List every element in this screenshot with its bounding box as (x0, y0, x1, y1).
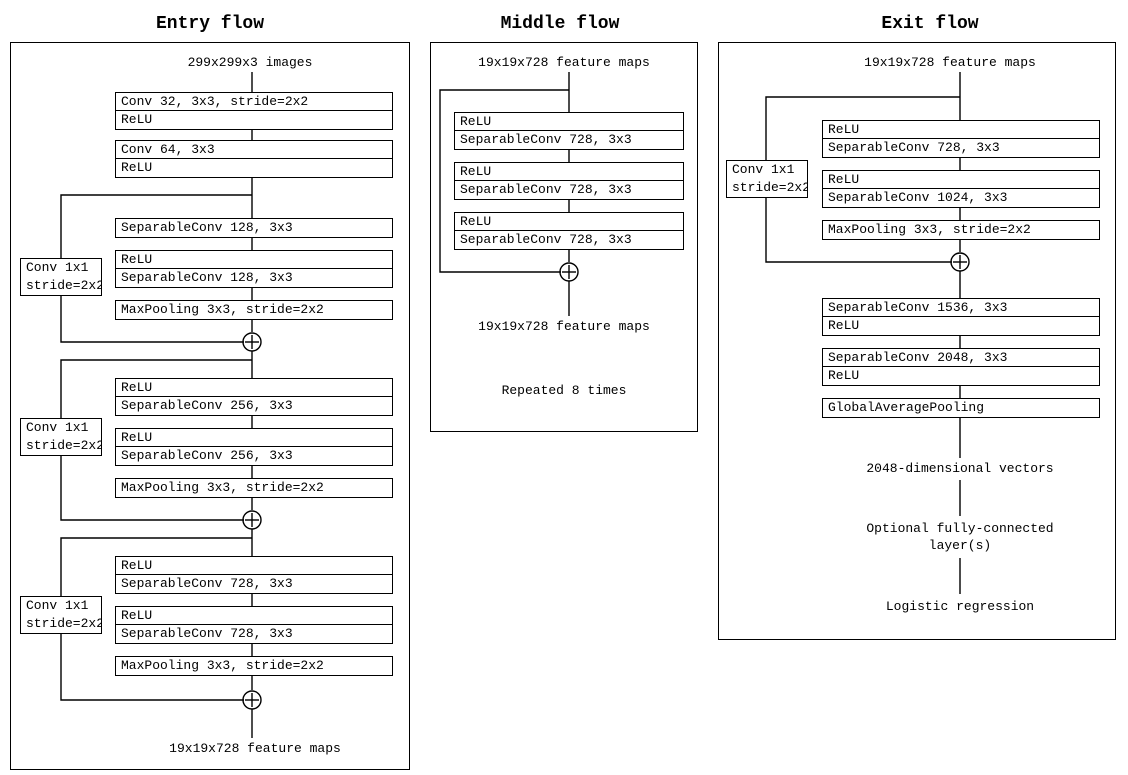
layer-text: SeparableConv 728, 3x3 (455, 181, 683, 199)
layer-text: SeparableConv 728, 3x3 (455, 131, 683, 149)
layer-text: GlobalAveragePooling (823, 399, 1099, 417)
layer-text: Conv 1x1 (21, 597, 101, 615)
layer-text: Conv 64, 3x3 (116, 141, 392, 159)
layer-text: Conv 32, 3x3, stride=2x2 (116, 93, 392, 111)
layer-text: stride=2x2 (21, 437, 101, 455)
layer-text: stride=2x2 (21, 615, 101, 633)
layer-text: MaxPooling 3x3, stride=2x2 (116, 657, 392, 675)
entry-output-label: 19x19x728 feature maps (110, 740, 400, 757)
layer-text: ReLU (116, 379, 392, 397)
exit-res-b: ReLU SeparableConv 1024, 3x3 (822, 170, 1100, 208)
exit-out3-label: Logistic regression (810, 598, 1110, 615)
entry-res2-a: ReLU SeparableConv 256, 3x3 (115, 378, 393, 416)
layer-text: SeparableConv 728, 3x3 (455, 231, 683, 249)
middle-block-2: ReLU SeparableConv 728, 3x3 (454, 162, 684, 200)
exit-block-6: GlobalAveragePooling (822, 398, 1100, 418)
layer-text: SeparableConv 256, 3x3 (116, 447, 392, 465)
layer-text: ReLU (116, 251, 392, 269)
layer-text: ReLU (823, 317, 1099, 335)
layer-text: SeparableConv 728, 3x3 (823, 139, 1099, 157)
layer-text: ReLU (823, 171, 1099, 189)
middle-block-3: ReLU SeparableConv 728, 3x3 (454, 212, 684, 250)
exit-out2-label: Optional fully-connected layer(s) (810, 520, 1110, 554)
entry-res3-a: ReLU SeparableConv 728, 3x3 (115, 556, 393, 594)
exit-res-a: ReLU SeparableConv 728, 3x3 (822, 120, 1100, 158)
layer-text: ReLU (823, 121, 1099, 139)
entry-input-label: 299x299x3 images (110, 54, 390, 71)
layer-text: ReLU (455, 213, 683, 231)
layer-text: Conv 1x1 (727, 161, 807, 179)
layer-text: stride=2x2 (727, 179, 807, 197)
exit-block-5: SeparableConv 2048, 3x3 ReLU (822, 348, 1100, 386)
middle-note-label: Repeated 8 times (440, 382, 688, 399)
entry-res3-side: Conv 1x1 stride=2x2 (20, 596, 102, 634)
middle-output-label: 19x19x728 feature maps (440, 318, 688, 335)
layer-text: stride=2x2 (21, 277, 101, 295)
layer-text: Conv 1x1 (21, 419, 101, 437)
entry-res1-b: ReLU SeparableConv 128, 3x3 (115, 250, 393, 288)
layer-text: SeparableConv 256, 3x3 (116, 397, 392, 415)
exit-input-label: 19x19x728 feature maps (800, 54, 1100, 71)
entry-res1-side: Conv 1x1 stride=2x2 (20, 258, 102, 296)
entry-res1-a: SeparableConv 128, 3x3 (115, 218, 393, 238)
layer-text: ReLU (116, 159, 392, 177)
layer-text: SeparableConv 1024, 3x3 (823, 189, 1099, 207)
layer-text: SeparableConv 728, 3x3 (116, 575, 392, 593)
exit-out1-label: 2048-dimensional vectors (810, 460, 1110, 477)
layer-text: ReLU (455, 113, 683, 131)
layer-text: ReLU (116, 429, 392, 447)
layer-text: SeparableConv 128, 3x3 (116, 269, 392, 287)
layer-text: SeparableConv 2048, 3x3 (823, 349, 1099, 367)
entry-res1-c: MaxPooling 3x3, stride=2x2 (115, 300, 393, 320)
layer-text: ReLU (455, 163, 683, 181)
entry-res2-c: MaxPooling 3x3, stride=2x2 (115, 478, 393, 498)
middle-block-1: ReLU SeparableConv 728, 3x3 (454, 112, 684, 150)
layer-text: ReLU (116, 557, 392, 575)
layer-text: SeparableConv 128, 3x3 (116, 219, 392, 237)
exit-block-4: SeparableConv 1536, 3x3 ReLU (822, 298, 1100, 336)
entry-stem-block-2: Conv 64, 3x3 ReLU (115, 140, 393, 178)
layer-text: ReLU (823, 367, 1099, 385)
layer-text: Conv 1x1 (21, 259, 101, 277)
layer-text: MaxPooling 3x3, stride=2x2 (116, 301, 392, 319)
exit-flow-title: Exit flow (830, 14, 1030, 34)
entry-res3-b: ReLU SeparableConv 728, 3x3 (115, 606, 393, 644)
layer-text: MaxPooling 3x3, stride=2x2 (823, 221, 1099, 239)
middle-flow-title: Middle flow (460, 14, 660, 34)
entry-stem-block-1: Conv 32, 3x3, stride=2x2 ReLU (115, 92, 393, 130)
layer-text: ReLU (116, 111, 392, 129)
middle-input-label: 19x19x728 feature maps (440, 54, 688, 71)
entry-flow-title: Entry flow (110, 14, 310, 34)
entry-res3-c: MaxPooling 3x3, stride=2x2 (115, 656, 393, 676)
layer-text: MaxPooling 3x3, stride=2x2 (116, 479, 392, 497)
entry-res2-side: Conv 1x1 stride=2x2 (20, 418, 102, 456)
layer-text: ReLU (116, 607, 392, 625)
exit-res-c: MaxPooling 3x3, stride=2x2 (822, 220, 1100, 240)
entry-res2-b: ReLU SeparableConv 256, 3x3 (115, 428, 393, 466)
layer-text: SeparableConv 728, 3x3 (116, 625, 392, 643)
layer-text: SeparableConv 1536, 3x3 (823, 299, 1099, 317)
exit-res-side: Conv 1x1 stride=2x2 (726, 160, 808, 198)
